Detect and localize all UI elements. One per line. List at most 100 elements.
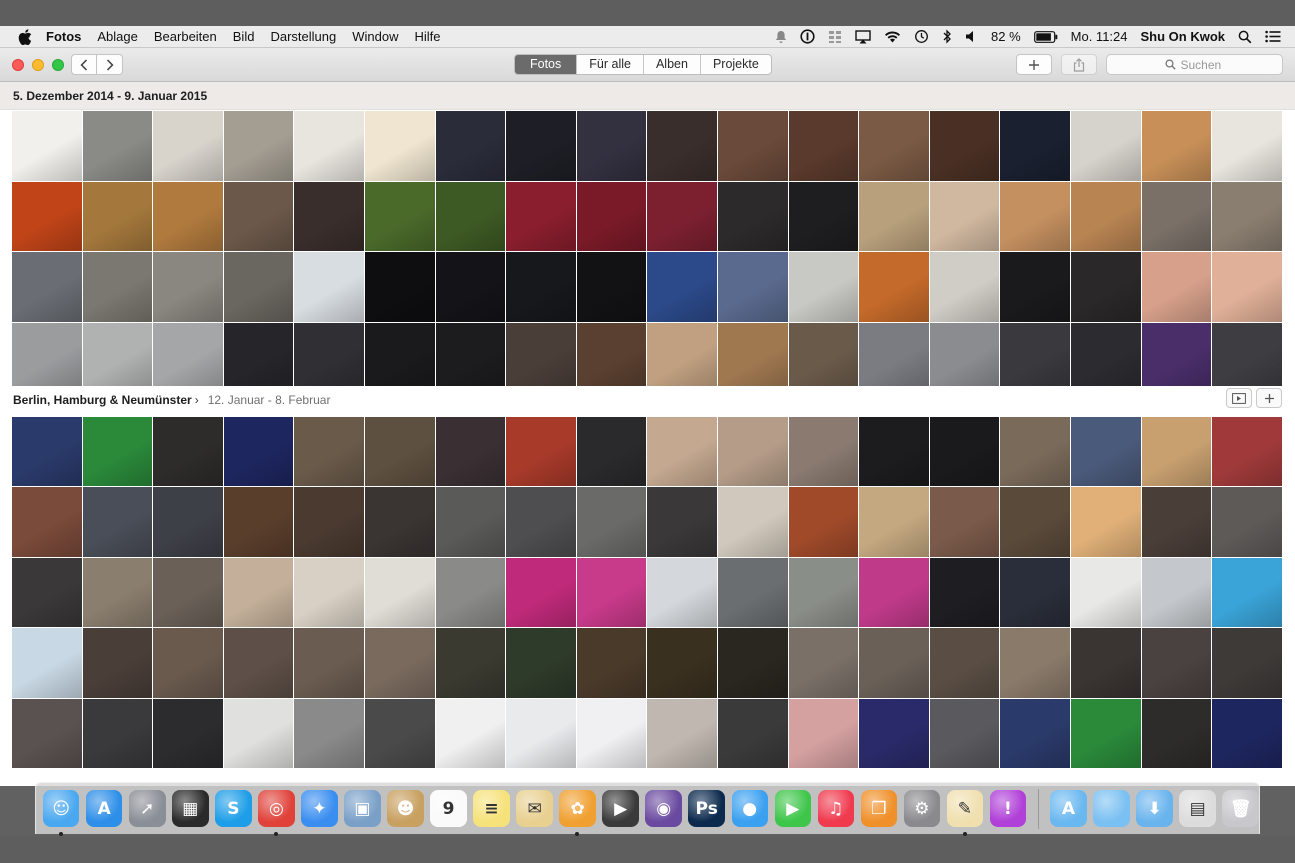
photo-thumbnail[interactable] — [576, 628, 647, 698]
itunes-icon[interactable]: ♫ — [817, 790, 854, 827]
recent-window-icon[interactable]: ▤ — [1179, 790, 1216, 827]
textedit-icon[interactable]: ✎ — [946, 790, 984, 836]
photo-thumbnail[interactable] — [1070, 181, 1141, 251]
photo-thumbnail[interactable] — [1000, 417, 1070, 487]
photo-thumbnail[interactable] — [576, 181, 647, 251]
close-button[interactable] — [12, 59, 24, 71]
photo-thumbnail[interactable] — [12, 322, 82, 392]
photo-thumbnail[interactable] — [576, 252, 647, 322]
photo-thumbnail[interactable] — [788, 252, 859, 322]
final-cut-icon[interactable]: ▶ — [602, 790, 639, 827]
photo-thumbnail[interactable] — [1000, 252, 1070, 322]
photo-thumbnail[interactable] — [12, 417, 82, 487]
photo-thumbnail[interactable] — [788, 698, 859, 768]
tab-projekte[interactable]: Projekte — [699, 55, 771, 74]
photo-thumbnail[interactable] — [1141, 557, 1212, 628]
photoshop-icon[interactable]: Ps — [688, 790, 725, 827]
photo-thumbnail[interactable] — [364, 322, 435, 392]
photo-thumbnail[interactable] — [859, 252, 929, 322]
menubar-clock[interactable]: Mo. 11:24 — [1071, 29, 1128, 44]
photo-thumbnail[interactable] — [788, 557, 859, 628]
photo-thumbnail[interactable] — [435, 111, 506, 181]
photo-thumbnail[interactable] — [1141, 487, 1212, 557]
photo-thumbnail[interactable] — [506, 698, 576, 768]
chevron-right-icon[interactable]: › — [195, 393, 199, 407]
contacts-icon[interactable]: ☻ — [387, 790, 424, 827]
search-input[interactable] — [1180, 57, 1225, 72]
photo-thumbnail[interactable] — [435, 628, 506, 698]
photo-thumbnail[interactable] — [576, 698, 647, 768]
photo-thumbnail[interactable] — [364, 181, 435, 251]
photo-thumbnail[interactable] — [647, 252, 717, 322]
fullscreen-button[interactable] — [52, 59, 64, 71]
photo-thumbnail[interactable] — [82, 628, 153, 698]
photo-thumbnail[interactable] — [364, 487, 435, 557]
photo-thumbnail[interactable] — [223, 487, 294, 557]
photo-thumbnail[interactable] — [647, 417, 717, 487]
slideshow-button[interactable] — [1226, 388, 1252, 408]
tab-alben[interactable]: Alben — [642, 55, 700, 74]
photo-thumbnail[interactable] — [506, 487, 576, 557]
photo-thumbnail[interactable] — [717, 628, 788, 698]
volume-icon[interactable] — [965, 30, 978, 43]
photo-thumbnail[interactable] — [788, 628, 859, 698]
photo-thumbnail[interactable] — [506, 252, 576, 322]
photo-thumbnail[interactable] — [1000, 628, 1070, 698]
photo-thumbnail[interactable] — [294, 322, 364, 392]
photo-thumbnail[interactable] — [12, 252, 82, 322]
photo-thumbnail[interactable] — [153, 628, 223, 698]
photo-thumbnail[interactable] — [859, 111, 929, 181]
photo-thumbnail[interactable] — [82, 111, 153, 181]
search-field[interactable] — [1106, 54, 1283, 75]
moment-title-2[interactable]: Berlin, Hamburg & Neumünster — [13, 393, 192, 407]
photo-thumbnail[interactable] — [788, 417, 859, 487]
battery-percent[interactable]: 82 % — [991, 29, 1021, 44]
photo-thumbnail[interactable] — [294, 111, 364, 181]
photo-thumbnail[interactable] — [576, 487, 647, 557]
photo-thumbnail[interactable] — [647, 322, 717, 392]
back-button[interactable] — [71, 54, 97, 75]
photo-thumbnail[interactable] — [1212, 487, 1282, 557]
photo-thumbnail[interactable] — [82, 417, 153, 487]
photo-thumbnail[interactable] — [859, 698, 929, 768]
forward-button[interactable] — [97, 54, 123, 75]
photo-thumbnail[interactable] — [82, 252, 153, 322]
photo-thumbnail[interactable] — [717, 417, 788, 487]
photo-thumbnail[interactable] — [929, 698, 1000, 768]
system-preferences-icon[interactable]: ⚙ — [903, 790, 941, 827]
bluetooth-icon[interactable] — [942, 29, 952, 44]
photo-thumbnail[interactable] — [153, 557, 223, 628]
photo-thumbnail[interactable] — [1000, 111, 1070, 181]
photo-thumbnail[interactable] — [859, 557, 929, 628]
photo-thumbnail[interactable] — [788, 487, 859, 557]
photo-thumbnail[interactable] — [929, 557, 1000, 628]
notification-center-icon[interactable] — [1265, 30, 1281, 43]
photo-thumbnail[interactable] — [153, 417, 223, 487]
photo-thumbnail[interactable] — [294, 628, 364, 698]
photo-thumbnail[interactable] — [364, 557, 435, 628]
photo-thumbnail[interactable] — [788, 322, 859, 392]
photo-thumbnail[interactable] — [153, 111, 223, 181]
photo-thumbnail[interactable] — [364, 628, 435, 698]
moment-title[interactable]: 5. Dezember 2014 - 9. Januar 2015 — [13, 89, 207, 103]
airplay-icon[interactable] — [855, 29, 871, 44]
photo-thumbnail[interactable] — [1212, 417, 1282, 487]
photo-thumbnail[interactable] — [929, 417, 1000, 487]
photo-thumbnail[interactable] — [576, 322, 647, 392]
photo-thumbnail[interactable] — [12, 487, 82, 557]
photo-thumbnail[interactable] — [929, 181, 1000, 251]
apple-icon[interactable] — [18, 28, 34, 45]
preview-2-icon[interactable]: ✉ — [516, 790, 553, 827]
photo-thumbnail[interactable] — [647, 628, 717, 698]
photo-thumbnail[interactable] — [576, 417, 647, 487]
photo-thumbnail[interactable] — [82, 181, 153, 251]
launchpad-icon[interactable]: ➚ — [129, 790, 166, 827]
photo-thumbnail[interactable] — [506, 417, 576, 487]
photo-thumbnail[interactable] — [788, 111, 859, 181]
photo-thumbnail[interactable] — [576, 557, 647, 628]
photo-thumbnail[interactable] — [717, 487, 788, 557]
photo-thumbnail[interactable] — [859, 628, 929, 698]
share-button[interactable] — [1061, 54, 1097, 75]
photo-thumbnail[interactable] — [929, 111, 1000, 181]
notes-icon[interactable]: ≡ — [473, 790, 510, 827]
